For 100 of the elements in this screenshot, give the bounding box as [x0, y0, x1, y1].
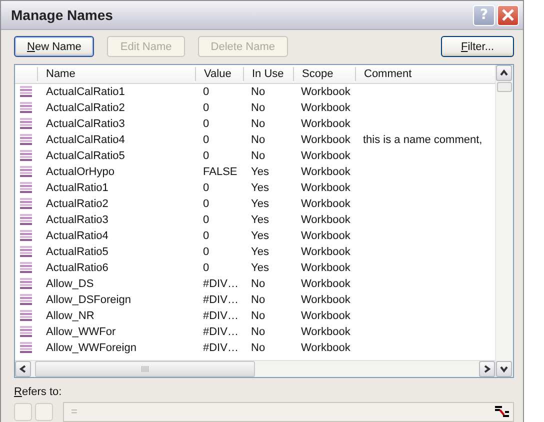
table-cell-text: this is a name comment, [362, 133, 484, 147]
table-cell-text: No [250, 277, 266, 291]
table-cell-text: 0 [202, 213, 210, 227]
table-cell-text: Workbook [300, 277, 352, 291]
table-cell-text: ActualCalRatio1 [45, 85, 126, 99]
scroll-thumb[interactable] [35, 361, 255, 377]
scroll-right-button[interactable] [479, 361, 495, 377]
table-cell-text: 0 [202, 197, 210, 211]
table-cell-text: ActualRatio4 [45, 229, 110, 243]
table-cell-text: 0 [202, 245, 210, 259]
table-cell-text: Allow_WWFor [45, 325, 117, 339]
close-icon [501, 8, 515, 22]
table-cell-text: 0 [202, 261, 210, 275]
filter-button[interactable]: Filter... [441, 36, 514, 57]
table-cell-text: Workbook [300, 341, 352, 355]
table-cell-text: Workbook [300, 85, 352, 99]
table-cell-text: 0 [202, 229, 210, 243]
table-cell-text: Workbook [300, 101, 352, 115]
close-button[interactable] [497, 4, 519, 26]
name-icon [20, 325, 32, 339]
table-cell-text: Allow_NR [45, 309, 96, 323]
name-icon [20, 341, 32, 355]
table-cell-text: 0 [202, 117, 210, 131]
column-header[interactable]: In Use [243, 67, 293, 81]
table-cell-text: 0 [202, 101, 210, 115]
refers-to-label: Refers to: [14, 385, 62, 400]
name-icon [20, 165, 32, 179]
table-cell-text: Workbook [300, 181, 352, 195]
table-cell-text: Workbook [300, 229, 352, 243]
table-cell-text: Yes [250, 245, 270, 259]
name-icon [20, 197, 32, 211]
name-icon [20, 277, 32, 291]
table-cell-text: No [250, 309, 266, 323]
table-cell-text: Workbook [300, 117, 352, 131]
table-cell-text: Workbook [300, 261, 352, 275]
table-cell-text: Yes [250, 165, 270, 179]
name-icon [20, 229, 32, 243]
table-cell-text: No [250, 133, 266, 147]
table-cell-text: Workbook [300, 165, 352, 179]
table-cell-text: #DIV… [202, 341, 240, 355]
table-cell-text: Yes [250, 181, 270, 195]
table-cell-text: #DIV… [202, 293, 240, 307]
table-cell-text: Allow_DS [45, 277, 95, 291]
table-cell-text: ActualCalRatio2 [45, 101, 126, 115]
scroll-down-button[interactable] [496, 361, 512, 377]
table-cell-text: ActualRatio6 [45, 261, 110, 275]
window-title: Manage Names [11, 7, 113, 23]
table-cell-text: 0 [202, 181, 210, 195]
grip-icon [141, 366, 149, 372]
scroll-left-button[interactable] [15, 361, 31, 377]
table-cell-text: Yes [250, 213, 270, 227]
name-icon [20, 85, 32, 99]
scroll-thumb[interactable] [497, 82, 512, 92]
table-cell-text: No [250, 149, 266, 163]
table-cell-text: No [250, 293, 266, 307]
table-cell-text: ActualRatio3 [45, 213, 110, 227]
name-icon [20, 245, 32, 259]
column-header[interactable]: Name [37, 67, 195, 81]
horizontal-scrollbar[interactable] [15, 360, 495, 377]
table-cell-text: ActualRatio5 [45, 245, 110, 259]
table-cell-text: ActualCalRatio5 [45, 149, 126, 163]
table-cell-text: No [250, 341, 266, 355]
table-cell-text: No [250, 325, 266, 339]
table-cell-text: Workbook [300, 197, 352, 211]
table-cell-text: #DIV… [202, 309, 240, 323]
name-icon [20, 261, 32, 275]
name-icon [20, 309, 32, 323]
name-icon [20, 293, 32, 307]
table-cell-text: ActualOrHypo [45, 165, 116, 179]
name-icon [20, 133, 32, 147]
table-cell-text: Yes [250, 229, 270, 243]
table-cell-text: ActualRatio2 [45, 197, 110, 211]
table-cell-text: Workbook [300, 325, 352, 339]
table-cell-text: ActualRatio1 [45, 181, 110, 195]
table-cell-text: Allow_WWForeign [45, 341, 138, 355]
table-cell-text: Workbook [300, 245, 352, 259]
table-cell-text: Yes [250, 197, 270, 211]
table-cell-text: No [250, 101, 266, 115]
table-cell-text: Yes [250, 261, 270, 275]
table-cell-text: FALSE [202, 165, 238, 179]
scroll-up-button[interactable] [496, 65, 512, 81]
action-button[interactable]: New Name [14, 36, 94, 57]
name-icon [20, 101, 32, 115]
table-cell-text: ActualCalRatio4 [45, 133, 126, 147]
table-cell-text: Workbook [300, 149, 352, 163]
table-cell-text: No [250, 117, 266, 131]
table-cell-text: 0 [202, 149, 210, 163]
column-header[interactable]: Scope [293, 67, 355, 81]
name-icon [20, 181, 32, 195]
table-cell-text: 0 [202, 85, 210, 99]
table-cell-text: Workbook [300, 293, 352, 307]
name-icon [20, 213, 32, 227]
column-header[interactable]: Value [195, 67, 243, 81]
table-cell-text: Workbook [300, 133, 352, 147]
table-cell-text: #DIV… [202, 325, 240, 339]
vertical-scrollbar[interactable] [495, 65, 513, 377]
table-cell-text: No [250, 85, 266, 99]
table-cell-text: 0 [202, 133, 210, 147]
table-cell-text: Allow_DSForeign [45, 293, 132, 307]
table-cell-text: ActualCalRatio3 [45, 117, 126, 131]
